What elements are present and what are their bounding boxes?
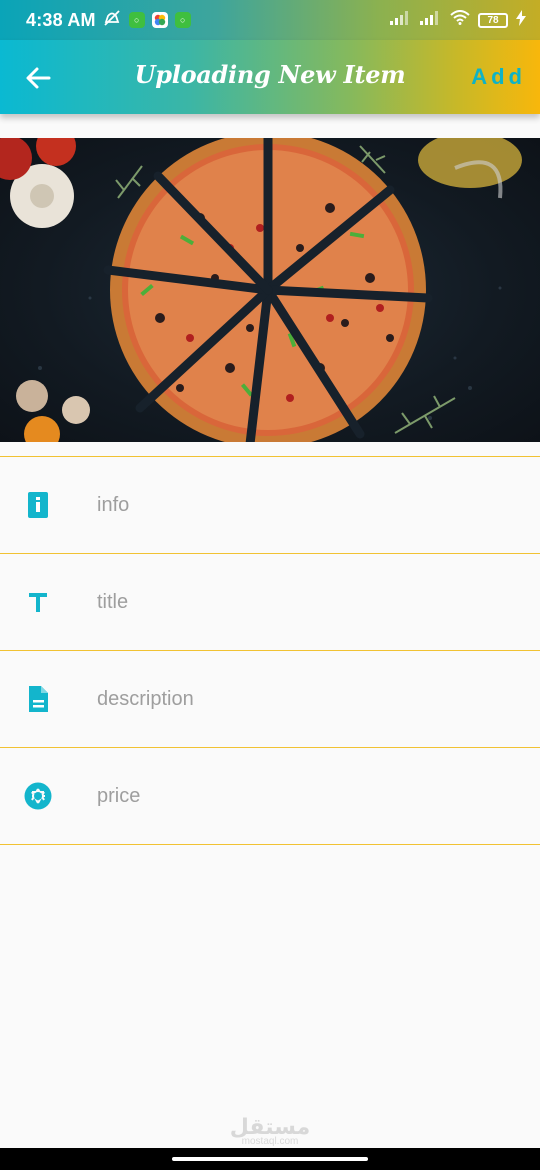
mushroom	[62, 396, 90, 424]
wifi-icon	[450, 10, 470, 30]
signal-icon	[420, 10, 442, 30]
nav-bar	[0, 1148, 540, 1170]
title-row[interactable]	[0, 554, 540, 651]
camera-shutter-icon	[24, 782, 52, 810]
status-bar: 4:38 AM ○ ○ 78	[0, 0, 540, 40]
chat-notification-icon: ○	[128, 12, 145, 28]
title-field[interactable]	[97, 590, 540, 614]
info-row[interactable]	[0, 457, 540, 554]
page-title: Uploading New Item	[134, 60, 406, 89]
chat-notification-icon: ○	[174, 12, 191, 28]
battery-level: 78	[487, 14, 499, 26]
app-bar: Uploading New Item Add	[0, 40, 540, 114]
status-time: 4:38 AM	[26, 9, 96, 30]
charging-icon	[516, 9, 526, 31]
home-indicator[interactable]	[172, 1157, 368, 1161]
title-icon	[24, 588, 52, 616]
mushroom	[16, 380, 48, 412]
item-form	[0, 456, 540, 845]
status-notification-icons: ○ ○	[102, 9, 191, 32]
price-field[interactable]	[97, 784, 540, 808]
watermark: مستقل	[229, 1114, 311, 1139]
battery-icon: 78	[478, 12, 508, 28]
price-row[interactable]	[0, 748, 540, 845]
info-icon	[24, 491, 52, 519]
info-field[interactable]	[97, 493, 540, 517]
pizza	[103, 138, 433, 442]
tomato	[36, 138, 76, 166]
pizza-photo	[0, 138, 522, 442]
gallery-icon	[151, 12, 168, 28]
status-system-icons: 78	[390, 9, 526, 31]
signal-icon	[390, 10, 412, 30]
add-button[interactable]: Add	[471, 64, 526, 90]
description-icon	[24, 685, 52, 713]
description-row[interactable]	[0, 651, 540, 748]
description-field[interactable]	[97, 687, 540, 711]
mute-icon	[102, 9, 122, 32]
watermark-sub: mostaql.com	[241, 1136, 299, 1147]
item-image[interactable]	[0, 138, 540, 442]
